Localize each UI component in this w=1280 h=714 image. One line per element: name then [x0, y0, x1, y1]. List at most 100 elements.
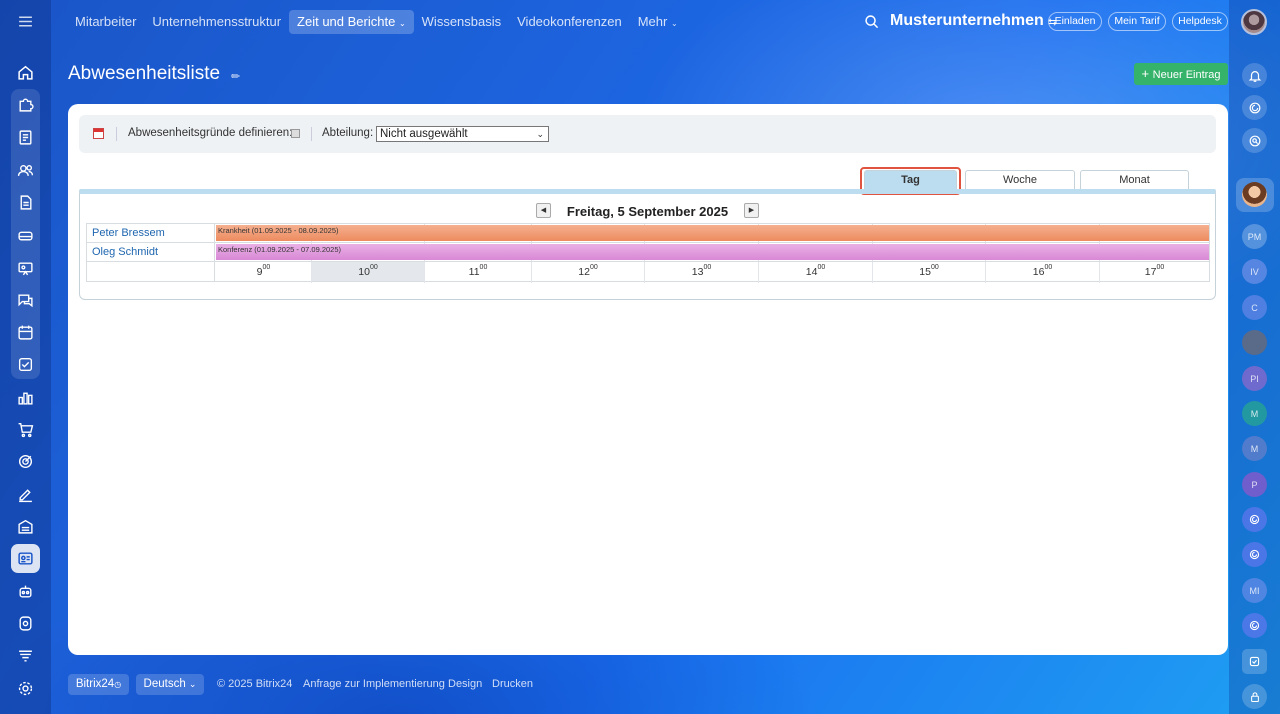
chat-icon[interactable]	[11, 286, 40, 315]
puzzle-icon[interactable]	[11, 90, 40, 119]
calendar-icon[interactable]	[11, 318, 40, 347]
drive-icon[interactable]	[11, 221, 40, 250]
robot-icon[interactable]	[11, 577, 40, 606]
tab-month[interactable]: Monat	[1080, 170, 1189, 190]
company-name-label: Musterunternehmen	[890, 12, 1044, 29]
helpdesk-button[interactable]: Helpdesk	[1172, 12, 1228, 31]
document-icon[interactable]	[11, 123, 40, 152]
users-icon[interactable]	[11, 156, 40, 185]
table-row: Oleg Schmidt Konferenz (01.09.2025 - 07.…	[87, 243, 1209, 262]
tariff-button[interactable]: Mein Tarif	[1108, 12, 1166, 31]
invite-button[interactable]: Einladen	[1048, 12, 1102, 31]
contact-avatar[interactable]: P	[1242, 472, 1267, 497]
search-chat-icon[interactable]	[1242, 128, 1267, 153]
footer-link-print[interactable]: Drucken	[492, 678, 533, 690]
cart-icon[interactable]	[11, 415, 40, 444]
hour-cell: 1200	[578, 264, 598, 278]
footer-link-implementation[interactable]: Anfrage zur Implementierung	[303, 678, 445, 690]
absence-bar[interactable]: Krankheit (01.09.2025 - 08.09.2025)	[216, 225, 1209, 241]
hour-cell: 1600	[1032, 264, 1053, 278]
contact-avatar[interactable]: MI	[1242, 578, 1267, 603]
stack-icon[interactable]	[11, 641, 40, 670]
target-icon[interactable]	[11, 447, 40, 476]
top-navigation: Mitarbeiter Unternehmensstruktur Zeit un…	[51, 0, 1280, 44]
bell-icon[interactable]	[1242, 63, 1267, 88]
hour-cell: 1000	[312, 262, 424, 281]
hour-cell: 1700	[1144, 264, 1165, 278]
lock-icon[interactable]	[1242, 684, 1267, 709]
hours-row: 900 1000 1100 1200 1300 1400 1500 1600 1700	[87, 262, 1209, 281]
copilot-chat-icon[interactable]	[1242, 613, 1267, 638]
nav-employees[interactable]: Mitarbeiter	[67, 10, 144, 34]
department-label: Abteilung:	[322, 127, 374, 139]
empty-cell	[87, 262, 215, 281]
settings-icon[interactable]	[11, 674, 40, 703]
analytics-icon[interactable]	[11, 383, 40, 412]
brand-button[interactable]: Bitrix24◷	[68, 674, 129, 695]
home-icon[interactable]	[11, 58, 40, 87]
employee-name[interactable]: Oleg Schmidt	[87, 243, 215, 262]
sign-icon[interactable]	[11, 480, 40, 509]
hour-cell: 1300	[691, 264, 712, 278]
new-entry-button[interactable]: + Neuer Eintrag	[1134, 63, 1228, 85]
tasks-icon[interactable]	[11, 350, 40, 379]
department-select[interactable]: Nicht ausgewählt ⌄	[376, 126, 549, 142]
hour-cell: 1100	[468, 264, 488, 278]
nav-knowledge-base[interactable]: Wissensbasis	[414, 10, 509, 34]
copilot-icon[interactable]	[1242, 95, 1267, 120]
nav-time-reports-label: Zeit und Berichte	[297, 14, 396, 29]
tab-week[interactable]: Woche	[965, 170, 1075, 190]
contact-avatar[interactable]	[1242, 182, 1267, 207]
page-title: Abwesenheitsliste	[68, 63, 221, 84]
left-sidebar	[0, 0, 51, 714]
nav-time-reports[interactable]: Zeit und Berichte ⌄	[289, 10, 414, 34]
contact-avatar[interactable]	[1242, 330, 1267, 355]
contact-avatar[interactable]: IV	[1242, 259, 1267, 284]
absence-bar[interactable]: Konferenz (01.09.2025 - 07.09.2025)	[216, 244, 1209, 260]
filter-bar: Abwesenheitsgründe definieren: Abteilung…	[79, 115, 1216, 153]
employee-name[interactable]: Peter Bressem	[87, 224, 215, 243]
next-day-button[interactable]: ▶	[744, 203, 759, 218]
calendar-small-icon[interactable]	[93, 128, 104, 139]
company-name[interactable]: Musterunternehmen ⇆	[890, 12, 1057, 30]
absence-grid: Peter Bressem Krankheit (01.09.2025 - 08…	[86, 223, 1210, 283]
absence-reasons-checkbox[interactable]	[291, 129, 300, 138]
copilot-chat-icon[interactable]	[1242, 507, 1267, 532]
footer-link-design[interactable]: Design	[448, 678, 482, 690]
nav-video-conferences[interactable]: Videokonferenzen	[509, 10, 630, 34]
chevron-down-icon: ⌄	[398, 19, 406, 28]
hour-cell: 1400	[805, 264, 826, 278]
contact-avatar[interactable]: PM	[1242, 224, 1267, 249]
contact-avatar[interactable]: M	[1242, 436, 1267, 461]
nav-more-label: Mehr	[637, 14, 668, 29]
main-menu: Mitarbeiter Unternehmensstruktur Zeit un…	[67, 10, 686, 34]
absence-list-icon[interactable]	[11, 544, 40, 573]
contact-avatar[interactable]: C	[1242, 295, 1267, 320]
nav-company-structure[interactable]: Unternehmensstruktur	[144, 10, 289, 34]
tasks-chat-icon[interactable]	[1242, 649, 1267, 674]
search-icon[interactable]	[864, 14, 879, 29]
warehouse-icon[interactable]	[11, 512, 40, 541]
file-icon[interactable]	[11, 188, 40, 217]
copyright: © 2025 Bitrix24	[217, 678, 293, 690]
divider	[116, 127, 117, 141]
chevron-down-icon: ⌄	[188, 679, 197, 689]
brand-label: Bitrix24	[75, 678, 115, 690]
presentation-icon[interactable]	[11, 254, 40, 283]
table-row: Peter Bressem Krankheit (01.09.2025 - 08…	[87, 224, 1209, 243]
contact-avatar[interactable]: PI	[1242, 366, 1267, 391]
copilot-chat-icon[interactable]	[1242, 542, 1267, 567]
chevron-down-icon: ⌄	[536, 129, 544, 139]
contact-avatar[interactable]: M	[1242, 401, 1267, 426]
calendar-date: Freitag, 5 September 2025	[566, 204, 729, 219]
language-label: Deutsch	[143, 678, 186, 690]
menu-icon[interactable]	[11, 7, 40, 36]
pin-icon[interactable]: ✏	[231, 70, 240, 83]
language-select[interactable]: Deutsch ⌄	[136, 674, 204, 695]
hour-cell: 900	[256, 264, 271, 278]
support-icon[interactable]	[11, 609, 40, 638]
nav-more[interactable]: Mehr ⌄	[630, 10, 686, 34]
department-select-value: Nicht ausgewählt	[380, 128, 468, 140]
plus-icon: +	[1141, 66, 1153, 81]
clock-icon: ◷	[114, 680, 122, 689]
